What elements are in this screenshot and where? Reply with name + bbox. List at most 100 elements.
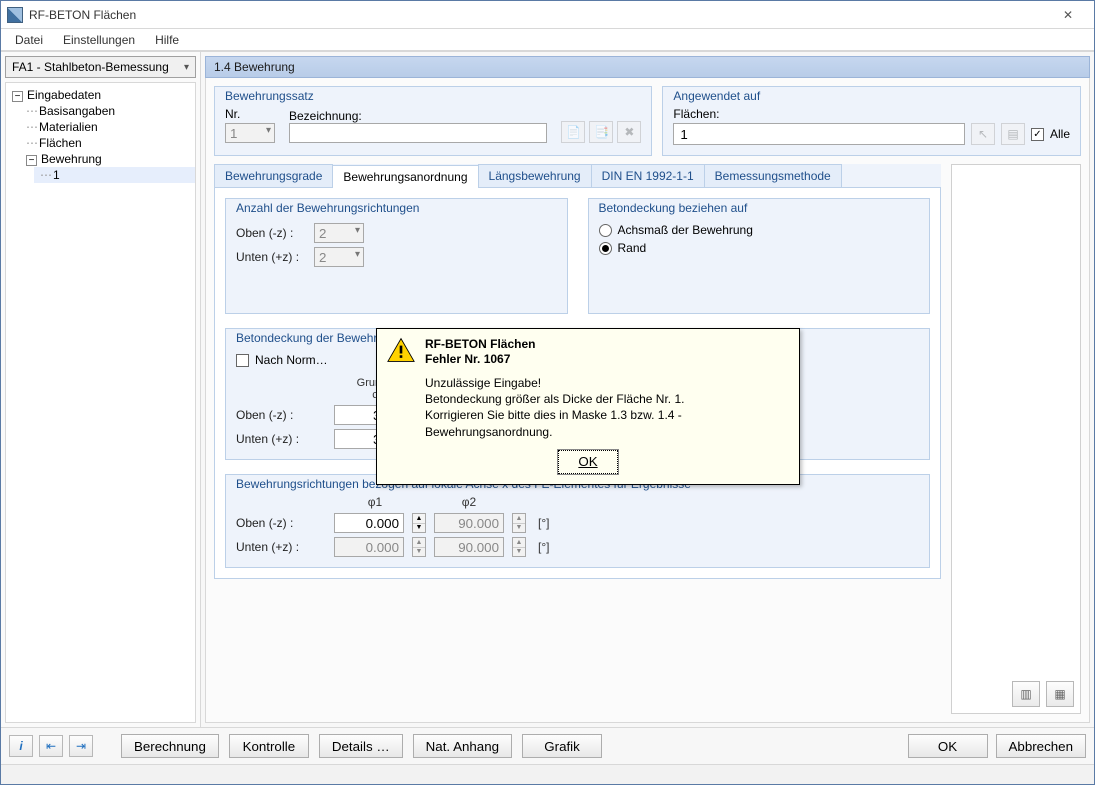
help-button[interactable]: i [9, 735, 33, 757]
help-icon: i [19, 739, 22, 753]
legend-angewendet: Angewendet auf [671, 89, 762, 103]
spinner[interactable]: ▲▼ [412, 513, 426, 533]
group-betonbez: Betondeckung beziehen auf Achsmaß der Be… [588, 198, 931, 314]
select-anzahl-oben[interactable]: 2 [314, 223, 364, 243]
unit-deg: [°] [538, 516, 549, 530]
label-anzahl-oben: Oben (-z) : [236, 226, 306, 240]
label-flaechen: Flächen: [673, 107, 1070, 121]
error-body: Unzulässige Eingabe! Betondeckung größer… [425, 375, 789, 440]
tree-root[interactable]: −Eingabedaten [6, 87, 195, 103]
legend-betonbez: Betondeckung beziehen auf [597, 201, 750, 215]
statusbar [1, 764, 1094, 784]
close-icon: ✕ [1063, 8, 1073, 22]
left-pane: FA1 - Stahlbeton-Bemessung −Eingabedaten… [1, 52, 201, 727]
arrow-right-icon: ⇥ [76, 739, 86, 753]
cancel-button[interactable]: Abbrechen [996, 734, 1086, 758]
menu-file[interactable]: Datei [7, 31, 51, 49]
menu-help[interactable]: Hilfe [147, 31, 187, 49]
delete-set-button[interactable]: ✖ [617, 121, 641, 143]
select-anzahl-unten[interactable]: 2 [314, 247, 364, 267]
error-dialog: RF-BETON Flächen Fehler Nr. 1067 Unzuläs… [376, 328, 800, 485]
case-value: FA1 - Stahlbeton-Bemessung [12, 60, 169, 74]
label-bd-oben: Oben (-z) : [236, 408, 326, 422]
page-icon: 📄 [566, 125, 581, 139]
list-flaeche-button[interactable]: ▤ [1001, 123, 1025, 145]
delete-icon: ✖ [624, 125, 634, 139]
close-button[interactable]: ✕ [1048, 3, 1088, 27]
header-phi1: φ1 [332, 495, 418, 509]
layout-icon: ▦ [1054, 687, 1065, 701]
tab-bemessungsmethode[interactable]: Bemessungsmethode [704, 164, 842, 187]
menu-settings[interactable]: Einstellungen [55, 31, 143, 49]
tab-bewehrungsgrade[interactable]: Bewehrungsgrade [214, 164, 333, 187]
copy-set-button[interactable]: 📑 [589, 121, 613, 143]
error-ok-button[interactable]: OK [558, 450, 618, 474]
checkbox-alle[interactable]: Alle [1031, 127, 1070, 141]
tab-bewehrungsanordnung[interactable]: Bewehrungsanordnung [332, 165, 478, 188]
tab-laengsbewehrung[interactable]: Längsbewehrung [478, 164, 592, 187]
collapse-icon[interactable]: − [12, 91, 23, 102]
check-icon [1031, 128, 1044, 141]
tab-din-en[interactable]: DIN EN 1992-1-1 [591, 164, 705, 187]
input-bezeichnung[interactable] [289, 123, 547, 143]
view-button-2[interactable]: ▦ [1046, 681, 1074, 707]
calc-button[interactable]: Berechnung [121, 734, 219, 758]
tree-item-flaechen[interactable]: Flächen [20, 135, 195, 151]
footer: i ⇤ ⇥ Berechnung Kontrolle Details … Nat… [1, 727, 1094, 764]
label-r-unten: Unten (+z) : [236, 540, 326, 554]
input-r-oben-phi1[interactable] [334, 513, 404, 533]
details-button[interactable]: Details … [319, 734, 403, 758]
label-bezeichnung: Bezeichnung: [289, 109, 547, 123]
radio-rand[interactable]: Rand [599, 241, 920, 255]
collapse-icon[interactable]: − [26, 155, 37, 166]
group-anzahl: Anzahl der Bewehrungsrichtungen Oben (-z… [225, 198, 568, 314]
ok-button[interactable]: OK [908, 734, 988, 758]
tree-root-label: Eingabedaten [27, 88, 101, 102]
list-icon: ▤ [1007, 127, 1018, 141]
error-line-3: Korrigieren Sie bitte dies in Maske 1.3 … [425, 407, 789, 439]
view-button-1[interactable]: ▥ [1012, 681, 1040, 707]
label-bd-unten: Unten (+z) : [236, 432, 326, 446]
error-line-2: Betondeckung größer als Dicke der Fläche… [425, 391, 789, 407]
label-r-oben: Oben (-z) : [236, 516, 326, 530]
radio-icon [599, 224, 612, 237]
unit-deg: [°] [538, 540, 549, 554]
prev-page-button[interactable]: ⇤ [39, 735, 63, 757]
tree-node-bewehrung[interactable]: −Bewehrung [20, 151, 195, 167]
panel-title: 1.4 Bewehrung [205, 56, 1090, 78]
window-title: RF-BETON Flächen [29, 8, 136, 22]
tree-item-basisangaben[interactable]: Basisangaben [20, 103, 195, 119]
label-nr: Nr. [225, 107, 275, 121]
grafik-button[interactable]: Grafik [522, 734, 602, 758]
next-page-button[interactable]: ⇥ [69, 735, 93, 757]
error-title-app: RF-BETON Flächen [425, 337, 535, 352]
new-set-button[interactable]: 📄 [561, 121, 585, 143]
tree-leaf-bewehrung-1[interactable]: 1 [34, 167, 195, 183]
input-r-oben-phi2 [434, 513, 504, 533]
tree-item-materialien[interactable]: Materialien [20, 119, 195, 135]
pick-flaeche-button[interactable]: ↖ [971, 123, 995, 145]
input-flaechen[interactable] [673, 123, 965, 145]
legend-bewehrungssatz: Bewehrungssatz [223, 89, 316, 103]
case-selector[interactable]: FA1 - Stahlbeton-Bemessung [5, 56, 196, 78]
spinner: ▲▼ [512, 537, 526, 557]
titlebar: RF-BETON Flächen ✕ [1, 1, 1094, 29]
group-angewendet: Angewendet auf Flächen: ↖ ▤ Alle [662, 86, 1081, 156]
legend-betondeckung: Betondeckung der Bewehrung [234, 331, 399, 345]
select-nr[interactable]: 1 [225, 123, 275, 143]
nat-anhang-button[interactable]: Nat. Anhang [413, 734, 512, 758]
group-richtungen: Bewehrungsrichtungen bezogen auf lokale … [225, 474, 930, 568]
warning-icon [387, 337, 415, 363]
tabs: Bewehrungsgrade Bewehrungsanordnung Läng… [214, 164, 941, 188]
header-phi2: φ2 [426, 495, 512, 509]
radio-icon [599, 242, 612, 255]
kontrolle-button[interactable]: Kontrolle [229, 734, 309, 758]
group-bewehrungssatz: Bewehrungssatz Nr. 1 Bezeichnung: [214, 86, 652, 156]
error-title-nr: Fehler Nr. 1067 [425, 352, 535, 367]
spinner: ▲▼ [512, 513, 526, 533]
input-r-unten-phi1 [334, 537, 404, 557]
preview-panel: ▥ ▦ [951, 164, 1081, 714]
radio-achsmass[interactable]: Achsmaß der Bewehrung [599, 223, 920, 237]
error-line-1: Unzulässige Eingabe! [425, 375, 789, 391]
nav-tree[interactable]: −Eingabedaten Basisangaben Materialien F… [5, 82, 196, 723]
